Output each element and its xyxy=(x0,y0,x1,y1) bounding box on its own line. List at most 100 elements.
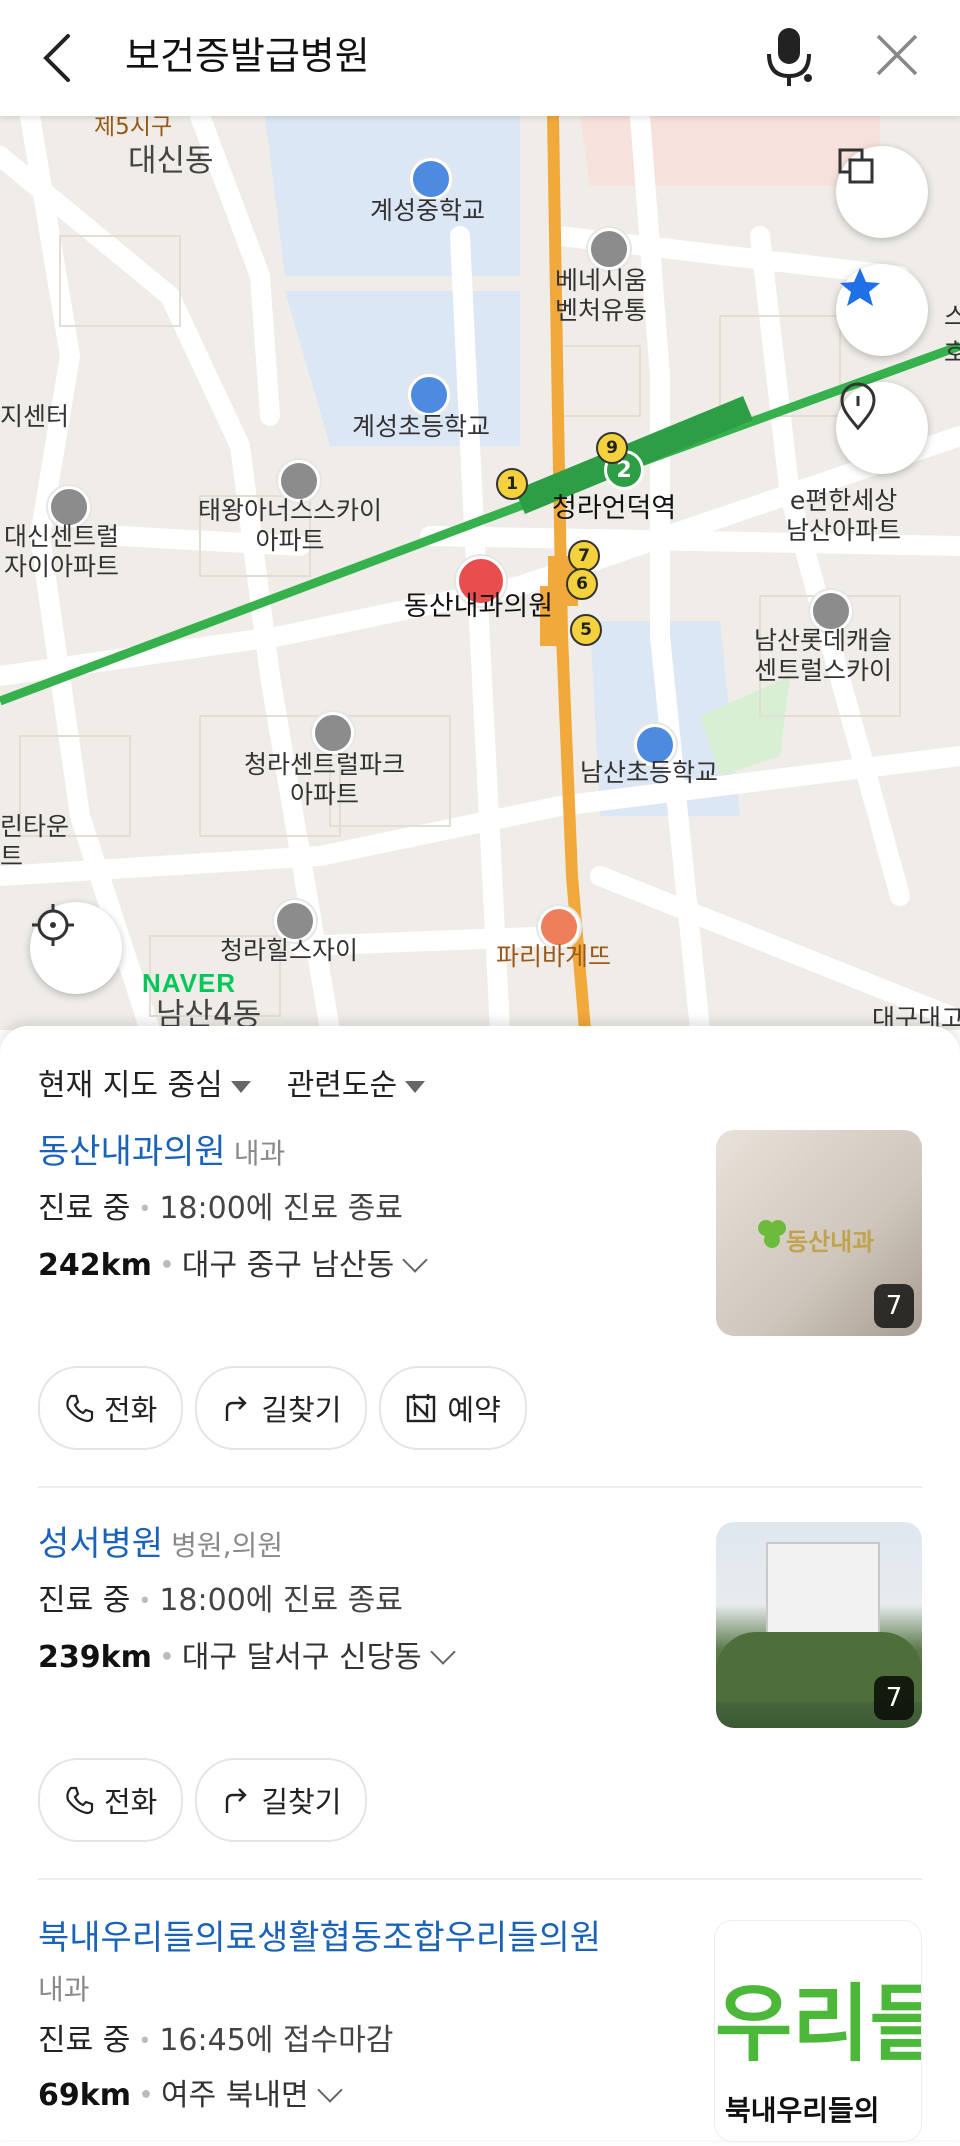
chevron-down-icon[interactable] xyxy=(316,2076,343,2103)
directions-label: 길찾기 xyxy=(261,1785,342,1819)
map-label-e-pyeonhan[interactable]: e편한세상 남산아파트 xyxy=(786,486,901,546)
clover-logo-icon xyxy=(758,1220,786,1248)
search-header: 보건증발급병원 xyxy=(0,0,960,116)
photo-sign-text: 우리들 xyxy=(715,1975,921,2073)
separator-dot: • xyxy=(138,1196,152,1222)
address: 대구 달서구 신당동 xyxy=(181,1639,422,1675)
result-item[interactable]: 북내우리들의료생활협동조합우리들의원 내과 진료 중 • 16:45에 접수마감 6… xyxy=(38,1916,922,2146)
map-pin-icon xyxy=(840,382,876,431)
place-name[interactable]: 동산내과의원 xyxy=(38,1132,226,1172)
map-label-right-ho: 호 xyxy=(944,338,960,367)
divider xyxy=(38,1878,922,1880)
location-pin-button[interactable] xyxy=(836,382,928,474)
current-location-button[interactable] xyxy=(30,902,122,994)
address: 여주 북내면 xyxy=(161,2077,309,2113)
reserve-button[interactable]: 예약 xyxy=(379,1366,527,1450)
naver-booking-icon xyxy=(407,1394,436,1423)
result-item[interactable]: 성서병원 병원,의원 진료 중 • 18:00에 진료 종료 239km • 대구 달서구… xyxy=(38,1522,922,1742)
map-label-jisenteo: 지센터 xyxy=(0,402,70,431)
filter-sort[interactable]: 관련도순 xyxy=(286,1060,426,1104)
distance: 242km xyxy=(38,1247,152,1283)
status-detail: 18:00에 진료 종료 xyxy=(159,1191,403,1226)
call-label: 전화 xyxy=(104,1393,158,1427)
microphone-icon[interactable] xyxy=(760,24,818,90)
building-icon[interactable] xyxy=(588,228,630,270)
distance: 239km xyxy=(38,1639,152,1675)
exit-number-9[interactable]: 9 xyxy=(596,432,628,464)
favorites-button[interactable] xyxy=(836,264,928,356)
results-sheet[interactable]: 현재 지도 중심 관련도순 동산내과의원 내과 진료 중 • 18:00에 진료 종료… xyxy=(0,1026,960,2142)
map-label-benesium[interactable]: 베네시움 벤처유통 xyxy=(555,266,647,326)
photo-count: 7 xyxy=(874,1284,914,1328)
photo-count: 7 xyxy=(874,1676,914,1720)
map-view[interactable]: 제5시구 대신동 계성중학교 베네시움 벤처유통 지센터 계성초등학교 태왕아너… xyxy=(0,116,960,1030)
apartment-icon[interactable] xyxy=(312,712,354,754)
caret-down-icon xyxy=(230,1080,251,1093)
place-category: 내과 xyxy=(233,1137,286,1170)
reserve-label: 예약 xyxy=(447,1393,501,1427)
directions-label: 길찾기 xyxy=(261,1393,342,1427)
naver-logo: NAVER xyxy=(142,968,237,998)
map-label-paris[interactable]: 파리바게뜨 xyxy=(496,942,611,972)
directions-icon xyxy=(226,1396,248,1421)
directions-button[interactable]: 길찾기 xyxy=(195,1366,368,1450)
separator-dot: • xyxy=(138,2083,154,2108)
filter-label: 현재 지도 중심 xyxy=(38,1068,223,1103)
phone-icon xyxy=(66,1394,94,1423)
exit-number-1[interactable]: 1 xyxy=(496,468,528,500)
status-text: 진료 중 xyxy=(38,1583,131,1618)
close-icon[interactable] xyxy=(872,30,922,80)
crosshair-icon xyxy=(32,904,74,946)
separator-dot: • xyxy=(138,2028,152,2054)
chevron-down-icon[interactable] xyxy=(430,1638,456,1665)
map-label-daesindong: 대신동 xyxy=(128,143,214,179)
action-buttons: 전화 길찾기 xyxy=(38,1758,368,1842)
address: 대구 중구 남산동 xyxy=(181,1247,395,1283)
status-detail: 18:00에 진료 종료 xyxy=(159,1583,403,1618)
separator-dot: • xyxy=(159,1645,174,1670)
map-label-gyeseong-elem[interactable]: 계성초등학교 xyxy=(352,412,490,442)
status-detail: 16:45에 접수마감 xyxy=(159,2023,394,2058)
layers-button[interactable] xyxy=(836,146,928,238)
map-label-dongsan-clinic[interactable]: 동산내과의원 xyxy=(404,592,553,622)
exit-number-6[interactable]: 6 xyxy=(566,568,598,600)
map-label-cheongna-hills[interactable]: 청라힐스자이 xyxy=(220,936,358,966)
filter-bar: 현재 지도 중심 관련도순 xyxy=(38,1060,426,1104)
directions-button[interactable]: 길찾기 xyxy=(195,1758,368,1842)
place-photo[interactable]: 동산내과 7 xyxy=(716,1130,922,1336)
map-label-cheongna-station[interactable]: 청라언덕역 xyxy=(552,494,676,524)
map-label-namsan-lotte[interactable]: 남산롯데캐슬 센트럴스카이 xyxy=(754,626,892,686)
map-label-namsan-elem[interactable]: 남산초등학교 xyxy=(580,758,718,788)
status-text: 진료 중 xyxy=(38,2023,131,2058)
divider xyxy=(38,1486,922,1488)
search-query-text[interactable]: 보건증발급병원 xyxy=(125,28,370,84)
map-label-daesin-central[interactable]: 대신센트럴 자이아파트 xyxy=(4,522,119,582)
layers-icon xyxy=(838,148,874,184)
school-icon[interactable] xyxy=(410,158,452,200)
place-name[interactable]: 성서병원 xyxy=(38,1524,163,1564)
filter-label: 관련도순 xyxy=(286,1068,398,1103)
school-icon[interactable] xyxy=(408,374,450,416)
photo-sign-text: 동산내과 xyxy=(786,1228,875,1256)
result-item[interactable]: 동산내과의원 내과 진료 중 • 18:00에 진료 종료 242km • 대구 중구 남… xyxy=(38,1130,922,1350)
exit-number-5[interactable]: 5 xyxy=(570,614,602,646)
map-label-je5sigu: 제5시구 xyxy=(94,116,173,140)
separator-dot: • xyxy=(159,1253,174,1278)
map-label-cheongna-central[interactable]: 청라센트럴파크 아파트 xyxy=(244,750,405,810)
place-photo[interactable]: 7 xyxy=(716,1522,922,1728)
star-icon xyxy=(840,268,880,306)
action-buttons: 전화 길찾기 예약 xyxy=(38,1366,527,1450)
place-photo[interactable]: 우리들 북내우리들의 xyxy=(714,1920,922,2142)
call-button[interactable]: 전화 xyxy=(38,1758,184,1842)
call-button[interactable]: 전화 xyxy=(38,1366,184,1450)
distance: 69km xyxy=(38,2077,131,2113)
map-label-rin-town: 린타운 트 xyxy=(0,812,70,871)
call-label: 전화 xyxy=(104,1785,158,1819)
map-label-gyeseong-middle[interactable]: 계성중학교 xyxy=(370,196,485,226)
filter-map-center[interactable]: 현재 지도 중심 xyxy=(38,1060,251,1104)
map-label-taewang[interactable]: 태왕아너스스카이 아파트 xyxy=(198,496,382,556)
directions-icon xyxy=(226,1788,248,1813)
status-text: 진료 중 xyxy=(38,1191,131,1226)
back-arrow-icon[interactable] xyxy=(38,30,78,86)
chevron-down-icon[interactable] xyxy=(402,1246,428,1273)
